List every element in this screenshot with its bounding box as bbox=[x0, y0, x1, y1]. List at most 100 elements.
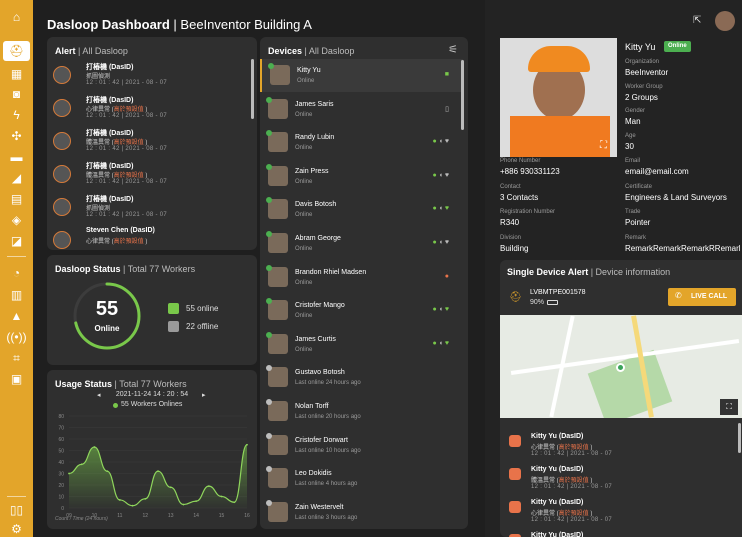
gauge-icon[interactable]: ◔ bbox=[6, 265, 27, 281]
home-icon[interactable]: ⌂ bbox=[6, 9, 27, 25]
power-icon[interactable]: ϟ bbox=[6, 107, 27, 123]
next-arrow[interactable]: ▸ bbox=[202, 391, 206, 399]
clip-icon: ◖ bbox=[438, 138, 443, 146]
x-tick-label: 13 bbox=[168, 513, 174, 519]
device-row[interactable]: Zain Westervelt Last online 3 hours ago bbox=[260, 496, 463, 529]
device-row[interactable]: Leo Dokidis Last online 4 hours ago bbox=[260, 462, 463, 495]
profile-grid-label: Trade bbox=[625, 209, 641, 215]
y-tick-label: 50 bbox=[58, 449, 64, 455]
alert-item[interactable]: 打樁機 (DasID) 體溫異常 (高於預設值 ) 12 : 01 : 42 | 2… bbox=[53, 159, 238, 192]
vehicle-icon[interactable]: ▬ bbox=[6, 149, 27, 165]
book-icon[interactable]: ▯▯ bbox=[6, 502, 27, 518]
helmet-icon: ● bbox=[432, 239, 437, 246]
device-row[interactable]: Gustavo Botosh Last online 24 hours ago bbox=[260, 361, 463, 394]
live-call-button[interactable]: ✆ LIVE CALL bbox=[668, 288, 736, 306]
single-alert-item[interactable]: Kitty Yu (DasID) 心律異常 (高於預設值 ) 12 : 01 : 4… bbox=[508, 497, 733, 530]
warning-icon[interactable]: ▲ bbox=[6, 308, 27, 324]
sidebar-divider bbox=[7, 256, 26, 257]
devices-header: Devices | All Dasloop bbox=[268, 46, 355, 56]
avatar[interactable] bbox=[715, 11, 735, 31]
device-row[interactable]: Nolan Torff Last online 20 hours ago bbox=[260, 395, 463, 428]
devices-list: Kitty Yu Online ■ James Saris Online ▯ Randy L… bbox=[260, 59, 468, 529]
status-dot bbox=[266, 432, 272, 439]
worker-photo: ⛶ bbox=[500, 38, 617, 157]
single-alert-scrollbar[interactable] bbox=[738, 423, 741, 453]
usage-workers: 55 Workers Onlines bbox=[121, 401, 183, 408]
expand-photo-icon[interactable]: ⛶ bbox=[600, 140, 607, 151]
devices-title: Devices bbox=[268, 46, 303, 56]
panel-icon[interactable]: ▤ bbox=[6, 191, 27, 207]
alert-time: 12 : 01 : 42 | 2021 - 08 - 07 bbox=[86, 113, 167, 119]
profile-field-value: BeeInventor bbox=[625, 68, 669, 77]
vest-shape bbox=[510, 116, 610, 157]
profile-grid-label: Phone Number bbox=[500, 158, 541, 164]
alert-event-text: 心律異常 ( bbox=[86, 239, 114, 245]
report-icon[interactable]: ▥ bbox=[6, 287, 27, 303]
usage-header: Usage Status | Total 77 Workers bbox=[55, 379, 187, 389]
device-row[interactable]: Cristofer Mango Online ● ◖ ♥ bbox=[260, 294, 463, 327]
truck-icon[interactable]: ▦ bbox=[6, 66, 27, 82]
filter-icon[interactable]: ⚟ bbox=[448, 43, 458, 56]
device-icons: ■ bbox=[445, 71, 449, 78]
devices-scrollbar[interactable] bbox=[461, 60, 464, 130]
alert-item[interactable]: 打樁機 (DasID) 抓圖偵測 12 : 01 : 42 | 2021 - 08 … bbox=[53, 60, 238, 93]
sidebar-divider bbox=[7, 496, 26, 497]
device-icons: ● ◖ ♥ bbox=[432, 138, 449, 145]
device-row[interactable]: Randy Lubin Online ● ◖ ♥ bbox=[260, 126, 463, 159]
map-fullscreen-icon[interactable]: ⛶ bbox=[720, 399, 738, 415]
camera-icon[interactable]: ■ bbox=[445, 71, 449, 78]
status-header: Dasloop Status | Total 77 Workers bbox=[55, 264, 196, 274]
clip-icon: ◖ bbox=[438, 339, 443, 347]
device-row[interactable]: Kitty Yu Online ■ bbox=[260, 59, 463, 92]
device-name: Kitty Yu bbox=[297, 67, 321, 74]
settings-icon[interactable]: ⚙ bbox=[6, 521, 27, 537]
page-title: Dasloop Dashboard | BeeInventor Building… bbox=[47, 17, 312, 32]
building-icon[interactable]: ▣ bbox=[6, 371, 27, 387]
data-point bbox=[195, 500, 198, 502]
battery-icon: ▯ bbox=[445, 105, 449, 113]
alert-item[interactable]: 打樁機 (DasID) 心律異常 (高於預設值 ) 12 : 01 : 42 | 2… bbox=[53, 93, 238, 126]
device-row[interactable]: Davis Botosh Online ● ◖ ♥ bbox=[260, 193, 463, 226]
device-row[interactable]: James Curtis Online ● ◖ ♥ bbox=[260, 328, 463, 361]
excavator-icon[interactable]: ◢ bbox=[6, 170, 27, 186]
location-map[interactable]: ⛶ bbox=[500, 315, 742, 418]
device-name: Nolan Torff bbox=[295, 403, 329, 410]
device-row[interactable]: Zain Press Online ● ◖ ♥ bbox=[260, 160, 463, 193]
single-alert-item[interactable]: Kitty Yu (DasID) bbox=[508, 530, 733, 537]
device-name: Abram George bbox=[295, 235, 341, 242]
single-alert-item[interactable]: Kitty Yu (DasID) 體溫異常 (高於預設值 ) 12 : 01 : 4… bbox=[508, 464, 733, 497]
path-icon[interactable]: ⌗ bbox=[6, 350, 27, 366]
tag-icon[interactable]: ◈ bbox=[6, 212, 27, 228]
alert-scrollbar[interactable] bbox=[251, 59, 254, 119]
alert-item[interactable]: Steven Chen (DasID) 心律異常 (高於預設值 ) bbox=[53, 225, 238, 250]
alert-date-text: 2021 - 08 - 07 bbox=[570, 451, 612, 457]
heart-icon: ♥ bbox=[444, 306, 449, 314]
device-status: Online bbox=[295, 313, 313, 320]
helmet-icon[interactable]: ⛑ bbox=[3, 41, 30, 61]
device-avatar bbox=[268, 367, 288, 388]
device-id: LVBMTPE001578 bbox=[530, 289, 586, 296]
location-marker[interactable] bbox=[616, 363, 625, 372]
alert-date-text: 2021 - 08 - 07 bbox=[125, 80, 167, 86]
alert-type-icon bbox=[53, 231, 71, 249]
gas-detector-icon[interactable]: ◙ bbox=[6, 86, 27, 102]
device-name: Brandon Rhiel Madsen bbox=[295, 268, 367, 276]
camera-icon[interactable]: ◪ bbox=[6, 233, 27, 249]
chart-xlabel: Count / Time (24 hours) bbox=[55, 516, 108, 522]
single-alert-subtitle: Device information bbox=[595, 267, 671, 277]
device-status: Last online 24 hours ago bbox=[295, 380, 361, 387]
device-row[interactable]: Cristofer Dorwart Last online 10 hours ag… bbox=[260, 429, 463, 462]
external-link-icon[interactable]: ⇱ bbox=[693, 15, 701, 26]
device-status: Online bbox=[295, 212, 313, 219]
profile-grid-label: Division bbox=[500, 234, 522, 241]
device-row[interactable]: Brandon Rhiel Madsen Online ● bbox=[260, 261, 463, 294]
alert-item[interactable]: 打樁機 (DasID) 體溫異常 (高於預設值 ) 12 : 01 : 42 | 2… bbox=[53, 126, 238, 159]
fan-icon[interactable]: ✣ bbox=[6, 128, 27, 144]
single-alert-item[interactable]: Kitty Yu (DasID) 心律異常 (高於預設值 ) 12 : 01 : 4… bbox=[508, 431, 733, 464]
device-status: Online bbox=[295, 178, 313, 185]
alert-item[interactable]: 打樁機 (DasID) 抓圖偵測 12 : 01 : 42 | 2021 - 08 … bbox=[53, 192, 238, 225]
device-row[interactable]: James Saris Online ▯ bbox=[260, 93, 463, 126]
broadcast-icon[interactable]: ((•)) bbox=[6, 329, 27, 345]
alert-type-icon bbox=[53, 99, 71, 117]
device-row[interactable]: Abram George Online ● ◖ ♥ bbox=[260, 227, 463, 260]
